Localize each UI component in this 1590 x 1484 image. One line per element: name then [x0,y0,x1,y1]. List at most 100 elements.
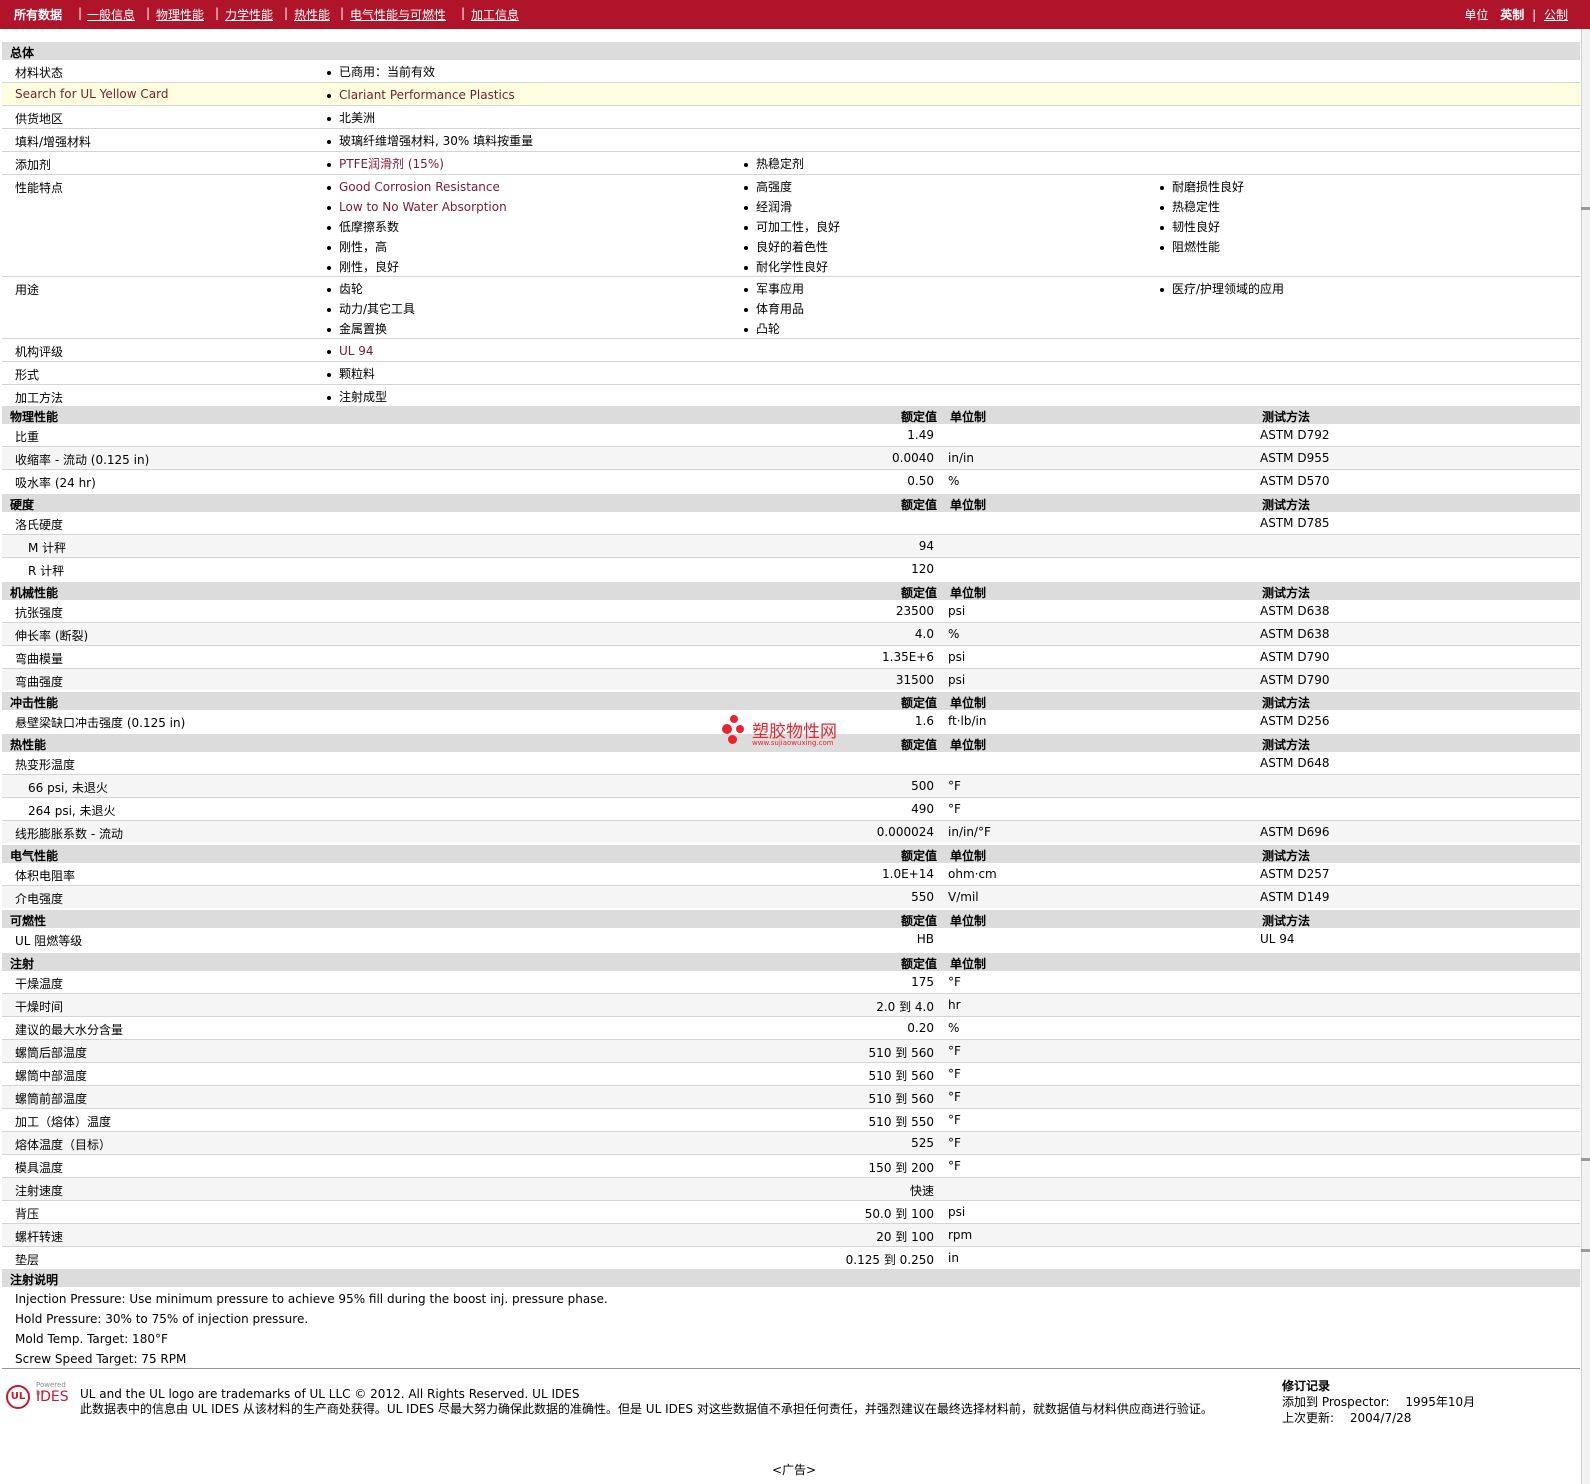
injection-notes-block: Injection Pressure: Use minimum pressure… [2,1287,1580,1369]
yellow-card-link[interactable]: Search for UL Yellow Card [15,87,168,101]
col-header-method: 测试方法 [1262,849,1311,863]
property-label: 吸水率 (24 hr) [15,476,96,490]
revision-history: 修订记录 添加到 Prospector: 1995年10月 上次更新: 2004… [1282,1378,1475,1426]
bullet-value: 耐化学性良好 [744,259,840,279]
property-label: 熔体温度（目标） [15,1138,112,1152]
col-header-unit: 单位制 [950,849,987,863]
row-filler: 填料/增强材料 玻璃纤维增强材料, 30% 填料按重量 [2,129,1580,152]
section-title: 硬度 [10,498,35,512]
property-unit: °F [948,1113,961,1127]
col-header-method: 测试方法 [1262,498,1311,512]
property-label: 干燥时间 [15,1000,64,1014]
property-method: ASTM D648 [1260,756,1330,770]
table-row: 模具温度 150 到 200 °F [2,1155,1580,1178]
property-unit: °F [948,779,961,793]
vertical-scrollbar[interactable] [1581,29,1590,1484]
note-line: Mold Temp. Target: 180°F [15,1332,168,1346]
row-uses: 用途 齿轮 动力/其它工具 金属置换 军事应用 体育用品 凸轮 医疗/护理领域的… [2,277,1580,339]
property-value: 20 到 100 [876,1230,934,1244]
property-method: ASTM D256 [1260,714,1330,728]
property-value: 0.000024 [876,825,934,839]
property-label: 干燥温度 [15,977,64,991]
property-value: 1.49 [907,428,934,442]
property-method: ASTM D696 [1260,825,1330,839]
tab-separator: | [340,6,345,20]
table-row: R 计秤 120 [2,558,1580,580]
property-unit: ohm·cm [948,867,997,881]
supplier-link[interactable]: Clariant Performance Plastics [327,87,515,107]
ul-ides-logo: UL Powered by IDES [6,1381,76,1411]
bullet-value[interactable]: PTFE润滑剂 (15%) [327,156,444,176]
property-value: 175 [911,975,934,989]
tab-general-info[interactable]: 一般信息 [87,6,135,23]
row-label: 加工方法 [15,391,64,405]
property-label: 线形膨胀系数 - 流动 [15,827,123,841]
bullet-value[interactable]: Low to No Water Absorption [327,199,507,219]
property-method: ASTM D785 [1260,516,1330,530]
property-unit: °F [948,1136,961,1150]
row-agency: 机构评级 UL 94 [2,339,1580,362]
col-header-nominal: 额定值 [900,957,937,971]
section-title: 注射 [10,957,35,971]
table-row: 熔体温度（目标） 525 °F [2,1132,1580,1155]
section-header-flammability: 可燃性 额定值 单位制 测试方法 [2,910,1580,928]
property-unit: in [948,1251,959,1265]
property-unit: rpm [948,1228,973,1242]
bullet-value: 耐磨损性良好 [1160,179,1244,199]
property-unit: % [948,627,960,641]
bullet-value[interactable]: UL 94 [327,343,374,363]
property-value: 525 [911,1136,934,1150]
ides-logo-text: IDES [36,1389,69,1405]
bullet-value: 金属置换 [327,321,415,341]
property-value: 0.125 到 0.250 [845,1253,934,1267]
bullet-value: 经润滑 [744,199,840,219]
property-unit: % [948,474,960,488]
ul-logo-icon: UL [6,1385,30,1409]
property-value: 150 到 200 [868,1161,934,1175]
tab-separator: | [215,6,220,20]
table-row: 螺筒中部温度 510 到 560 °F [2,1063,1580,1086]
property-value: 94 [918,539,934,553]
property-unit: °F [948,1159,961,1173]
row-label: 形式 [15,368,40,382]
tab-thermal[interactable]: 热性能 [294,6,330,23]
tab-physical[interactable]: 物理性能 [156,6,204,23]
property-label: 螺杆转速 [15,1230,64,1244]
updated-value: 2004/7/28 [1349,1411,1412,1425]
tab-mechanical[interactable]: 力学性能 [225,6,273,23]
property-value: HB [916,932,934,946]
col-header-method: 测试方法 [1262,586,1311,600]
section-title: 注射说明 [10,1273,59,1287]
property-label: 背压 [15,1207,40,1221]
tab-processing[interactable]: 加工信息 [471,6,519,23]
row-label: 机构评级 [15,345,64,359]
table-row: 66 psi, 未退火 500 °F [2,775,1580,798]
property-label: 螺筒后部温度 [15,1046,88,1060]
unit-metric-link[interactable]: 公制 [1544,8,1568,22]
property-method: ASTM D638 [1260,604,1330,618]
col-header-unit: 单位制 [950,410,987,424]
tab-electrical[interactable]: 电气性能与可燃性 [350,6,446,23]
table-row: 吸水率 (24 hr) 0.50 % ASTM D570 [2,470,1580,491]
bullet-value: 军事应用 [744,281,804,301]
property-value: 1.0E+14 [882,867,934,881]
table-row: 垫层 0.125 到 0.250 in [2,1247,1580,1269]
bullet-value[interactable]: Good Corrosion Resistance [327,179,507,199]
section-header-general: 总体 [2,42,1580,60]
scrollbar-tick [1581,1249,1590,1252]
tab-all-data[interactable]: 所有数据 [14,6,62,23]
bullet-value: 阻燃性能 [1160,239,1244,259]
table-row: 干燥温度 175 °F [2,971,1580,994]
table-row: 洛氏硬度 ASTM D785 [2,512,1580,535]
revision-title: 修订记录 [1282,1379,1331,1393]
trademark-text: UL and the UL logo are trademarks of UL … [80,1387,580,1401]
row-label: 填料/增强材料 [15,135,92,149]
property-label: 螺筒中部温度 [15,1069,88,1083]
col-header-unit: 单位制 [950,914,987,928]
row-features: 性能特点 Good Corrosion Resistance Low to No… [2,175,1580,277]
section-header-physical: 物理性能 额定值 单位制 测试方法 [2,406,1580,424]
property-unit: °F [948,1044,961,1058]
property-value: 510 到 560 [868,1046,934,1060]
table-row: 介电强度 550 V/mil ASTM D149 [2,886,1580,908]
col-header-nominal: 额定值 [900,849,937,863]
